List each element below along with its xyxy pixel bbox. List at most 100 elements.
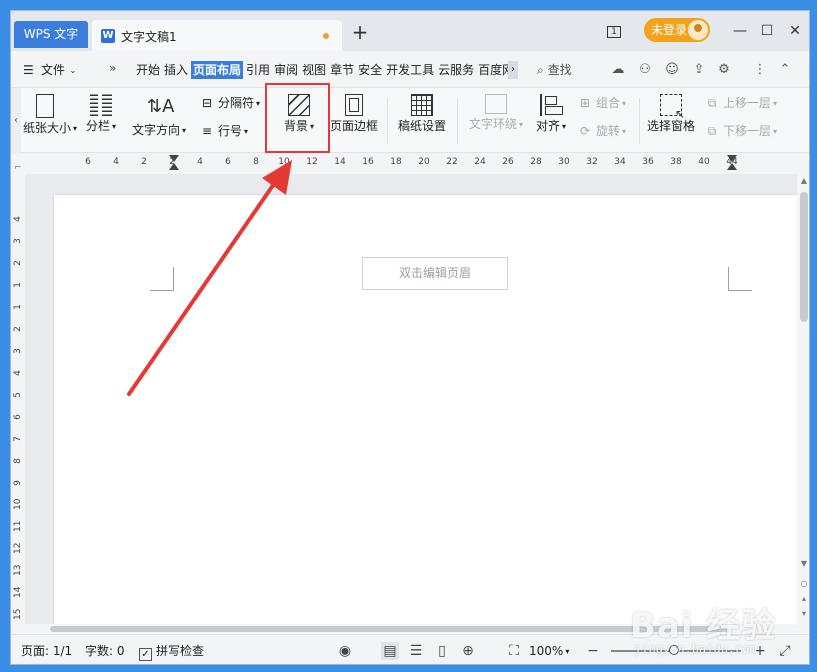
reading-view-icon[interactable]: ▯ bbox=[433, 642, 451, 660]
maximize-button[interactable]: ☐ bbox=[756, 21, 778, 41]
margin-corner-top-right bbox=[728, 267, 752, 291]
tab-page-layout[interactable]: 页面布局 bbox=[191, 61, 244, 79]
bring-forward-label: 上移一层 bbox=[723, 96, 772, 110]
eye-protection-icon[interactable]: ◉ bbox=[336, 642, 354, 660]
ruler-v-label: 2 bbox=[13, 326, 23, 332]
ribbon-divider bbox=[639, 98, 640, 144]
ruler-v-label: 1 bbox=[13, 304, 23, 310]
watermark-brand: Bai 经验 bbox=[630, 606, 777, 646]
tab-home[interactable]: 开始 bbox=[135, 61, 161, 79]
text-wrap-button[interactable]: 文字环绕 ▾ bbox=[465, 92, 527, 150]
fit-page-icon[interactable]: ⛶ bbox=[505, 642, 523, 660]
unsaved-dot-icon bbox=[323, 33, 329, 39]
chevron-down-icon: ▾ bbox=[622, 126, 627, 136]
ruler-v-label: 7 bbox=[13, 436, 23, 442]
columns-button[interactable]: 分栏 ▾ bbox=[82, 92, 120, 150]
tab-wps-home[interactable]: WPS 文字 bbox=[14, 21, 88, 48]
settings-icon[interactable]: ⚙ bbox=[715, 61, 733, 79]
tab-insert[interactable]: 插入 bbox=[163, 61, 189, 79]
menu-scroll-right-icon[interactable]: › bbox=[508, 61, 518, 79]
vertical-scrollbar[interactable]: ▲ ▼ ○ ▴ ▾ bbox=[797, 174, 809, 624]
manuscript-settings-button[interactable]: 稿纸设置 bbox=[396, 92, 448, 150]
tab-stop-selector-icon[interactable]: ⌐ bbox=[14, 163, 22, 173]
document-canvas[interactable]: 双击编辑页眉 bbox=[25, 174, 799, 625]
spellcheck-toggle[interactable]: ✓ 拼写检查 bbox=[139, 643, 204, 661]
document-page[interactable]: 双击编辑页眉 bbox=[54, 195, 799, 625]
cooperation-icon[interactable]: ⚇ bbox=[636, 61, 654, 79]
indent-marker-left[interactable] bbox=[169, 155, 179, 173]
web-view-icon[interactable]: ⊕ bbox=[459, 642, 477, 660]
window-count-icon[interactable]: 1 bbox=[604, 23, 624, 39]
close-button[interactable]: ✕ bbox=[784, 21, 806, 41]
ruler-v-label: 2 bbox=[13, 260, 23, 266]
page-indicator[interactable]: 页面: 1/1 bbox=[21, 643, 72, 659]
align-button[interactable]: 对齐 ▾ bbox=[533, 92, 569, 150]
selection-pane-button[interactable]: 选择窗格 bbox=[645, 92, 697, 150]
hscroll-thumb[interactable] bbox=[50, 626, 730, 632]
new-tab-button[interactable]: + bbox=[351, 22, 369, 42]
ruler-v-label: 3 bbox=[13, 348, 23, 354]
select-browse-object-icon[interactable]: ○ bbox=[797, 579, 809, 588]
rotate-button[interactable]: ⟳ 旋转 ▾ bbox=[577, 122, 626, 140]
indent-marker-right[interactable] bbox=[727, 155, 737, 173]
cloud-sync-icon[interactable]: ☁ bbox=[609, 61, 627, 79]
tab-security[interactable]: 安全 bbox=[357, 61, 383, 79]
page-border-button[interactable]: 页面边框 bbox=[329, 92, 379, 150]
tab-chapter[interactable]: 章节 bbox=[329, 61, 355, 79]
selection-pane-label: 选择窗格 bbox=[646, 119, 695, 133]
vertical-ruler[interactable]: 4 3 2 1 1 2 3 4 5 6 7 8 9 10 11 12 13 14 15 bbox=[11, 174, 25, 624]
chevron-down-icon: ▾ bbox=[182, 125, 187, 135]
ribbon-page-layout: ‹ 纸张大小 ▾ 分栏 ▾ ⇅A 文字方向 ▾ ⊟ 分隔符 ▾ ≡ 行号 ▾ 背景 ▾ 页面边框… bbox=[11, 87, 809, 154]
word-count[interactable]: 字数: 0 bbox=[85, 643, 125, 659]
manuscript-grid-icon bbox=[411, 94, 433, 116]
ruler-h-label: 4 bbox=[113, 157, 119, 167]
ruler-h-label: 38 bbox=[670, 157, 682, 167]
group-icon: ⊞ bbox=[579, 96, 591, 110]
tab-developer[interactable]: 开发工具 bbox=[385, 61, 435, 79]
ruler-v-label: 3 bbox=[13, 238, 23, 244]
separator-button[interactable]: ⊟ 分隔符 ▾ bbox=[199, 94, 260, 112]
tab-references[interactable]: 引用 bbox=[245, 61, 271, 79]
search-button[interactable]: ⌕ 查找 bbox=[537, 61, 572, 79]
tab-cloud[interactable]: 云服务 bbox=[437, 61, 475, 79]
outline-view-icon[interactable]: ☰ bbox=[407, 642, 425, 660]
scroll-down-icon[interactable]: ▼ bbox=[797, 559, 809, 568]
horizontal-ruler[interactable]: 6 4 2 2 4 6 8 10 12 14 16 18 20 22 24 26 28 30 32 34 36 38 40 4… bbox=[11, 154, 809, 174]
ribbon-divider bbox=[457, 98, 458, 144]
paper-size-button[interactable]: 纸张大小 ▾ bbox=[23, 92, 77, 150]
line-number-label: 行号 bbox=[218, 124, 243, 138]
bring-forward-button[interactable]: ⧉ 上移一层 ▾ bbox=[704, 94, 777, 112]
share-icon[interactable]: ⇪ bbox=[690, 61, 708, 79]
line-number-button[interactable]: ≡ 行号 ▾ bbox=[199, 122, 248, 140]
ruler-h-label: 34 bbox=[614, 157, 626, 167]
tab-review[interactable]: 审阅 bbox=[273, 61, 299, 79]
ruler-v-label: 10 bbox=[13, 498, 23, 510]
chevron-down-icon: ▾ bbox=[112, 121, 117, 131]
header-edit-hint[interactable]: 双击编辑页眉 bbox=[362, 257, 508, 290]
login-button[interactable]: 未登录 bbox=[644, 18, 710, 42]
tab-document[interactable]: W 文字文稿1 bbox=[92, 20, 342, 51]
ruler-h-label: 20 bbox=[418, 157, 430, 167]
ruler-h-label: 6 bbox=[225, 157, 231, 167]
file-menu[interactable]: ☰ 文件 ⌄ bbox=[23, 60, 76, 80]
ruler-v-label: 15 bbox=[13, 608, 23, 620]
ribbon-scroll-left-icon[interactable]: ‹ bbox=[11, 88, 21, 154]
group-button[interactable]: ⊞ 组合 ▾ bbox=[577, 94, 626, 112]
zoom-out-icon[interactable]: − bbox=[584, 642, 602, 660]
ruler-h-label: 24 bbox=[474, 157, 486, 167]
send-backward-button[interactable]: ⧉ 下移一层 ▾ bbox=[704, 122, 777, 140]
ruler-h-label: 36 bbox=[642, 157, 654, 167]
comment-icon[interactable]: ☺ bbox=[663, 61, 681, 79]
expand-menu-icon[interactable]: » bbox=[109, 61, 116, 75]
tab-view[interactable]: 视图 bbox=[301, 61, 327, 79]
ruler-h-label: 4 bbox=[197, 157, 203, 167]
scroll-thumb[interactable] bbox=[800, 192, 808, 322]
more-options-icon[interactable]: ⋮ bbox=[751, 61, 769, 79]
page-view-icon[interactable]: ▤ bbox=[381, 642, 399, 660]
collapse-ribbon-icon[interactable]: ⌃ bbox=[776, 61, 794, 79]
zoom-level[interactable]: 100% ▾ bbox=[529, 643, 569, 660]
margin-corner-top-left bbox=[150, 267, 174, 291]
text-direction-button[interactable]: ⇅A 文字方向 ▾ bbox=[129, 92, 189, 150]
minimize-button[interactable]: — bbox=[729, 21, 751, 41]
scroll-up-icon[interactable]: ▲ bbox=[797, 176, 809, 185]
